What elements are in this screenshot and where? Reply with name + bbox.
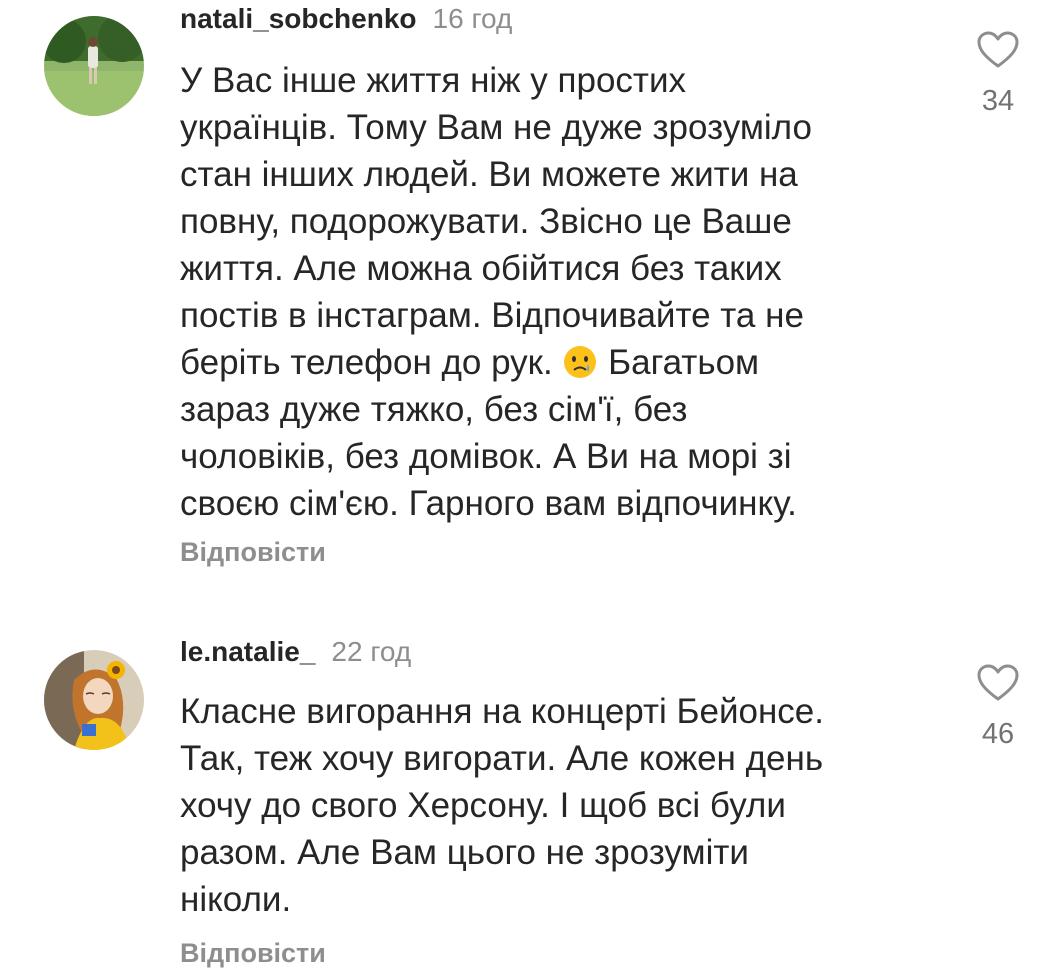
- comment-text-line: разом. Але Вам цього не зрозуміти: [180, 833, 749, 872]
- comment-text-line: постів в інстаграм. Відпочивайте та не: [180, 296, 804, 335]
- comment-text-segment: Багатьом: [598, 343, 760, 382]
- like-count: 34: [981, 85, 1015, 117]
- comment-text-line: зараз дуже тяжко, без сім'ї, без: [180, 390, 688, 429]
- comment-text-line: стан інших людей. Ви можете жити на: [180, 155, 798, 194]
- comment-text-line: ніколи.: [180, 880, 292, 919]
- comment-text-line: Так, теж хочу вигорати. Але кожен день: [180, 739, 824, 778]
- comment-text-line: своєю сім'єю. Гарного вам відпочинку.: [180, 484, 797, 523]
- like-control: 46: [968, 663, 1028, 751]
- crying-face-emoji: [562, 344, 598, 380]
- comment-timestamp: 22 год: [331, 636, 412, 667]
- comment-text-line: беріть телефон до рук. Багатьом: [180, 339, 940, 386]
- heart-icon[interactable]: [968, 30, 1028, 70]
- comment-meta: natali_sobchenko 16 год: [180, 1, 512, 37]
- username-link[interactable]: natali_sobchenko: [180, 3, 417, 34]
- heart-icon[interactable]: [968, 663, 1028, 703]
- comment-text: У Вас інше життя ніж у простих українців…: [180, 57, 940, 527]
- comment-text-line: хочу до свого Херсону. І щоб всі були: [180, 786, 786, 825]
- username-link[interactable]: le.natalie_: [180, 636, 315, 667]
- comment-meta: le.natalie_ 22 год: [180, 634, 411, 670]
- reply-button[interactable]: Відповісти: [180, 535, 326, 569]
- comment-text: Класне вигорання на концерті Бейонсе. Та…: [180, 688, 940, 923]
- comment-text-line: Класне вигорання на концерті Бейонсе.: [180, 692, 824, 731]
- avatar[interactable]: [44, 16, 144, 116]
- comment-text-line: українців. Тому Вам не дуже зрозуміло: [180, 108, 812, 147]
- comment-text-segment: беріть телефон до рук.: [180, 343, 553, 382]
- like-control: 34: [968, 30, 1028, 118]
- reply-button[interactable]: Відповісти: [180, 936, 326, 970]
- comment-text-line: чоловіків, без домівок. А Ви на морі зі: [180, 437, 792, 476]
- comment-text-line: життя. Але можна обійтися без таких: [180, 249, 782, 288]
- comment-text-line: У Вас інше життя ніж у простих: [180, 61, 686, 100]
- avatar[interactable]: [44, 650, 144, 750]
- comment-timestamp: 16 год: [432, 3, 513, 34]
- comment-text-line: повну, подорожувати. Звісно це Ваше: [180, 202, 792, 241]
- avatar-photo-park: [44, 16, 144, 116]
- avatar-illustration-sunflower: [44, 650, 144, 750]
- like-count: 46: [981, 718, 1015, 750]
